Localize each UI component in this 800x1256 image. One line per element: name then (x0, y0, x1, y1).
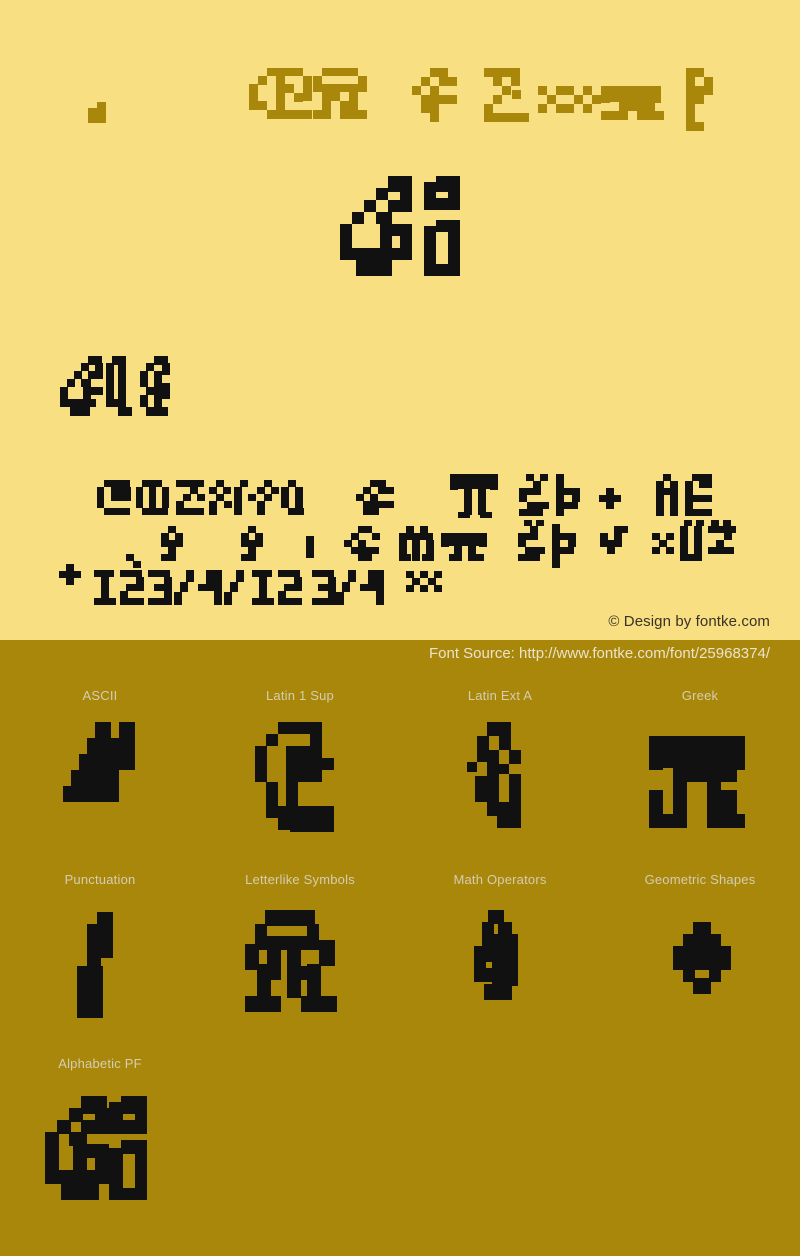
latinexta-glyph-art (467, 722, 521, 828)
block-cell-ascii[interactable]: ASCII (0, 680, 200, 864)
block-cell-geometric[interactable]: Geometric Shapes (600, 864, 800, 1048)
preview-subtitle-glyph (56, 352, 206, 421)
subtitle-glyph-art (60, 356, 170, 416)
ascii-glyph-art (63, 722, 135, 802)
block-cell-latinexta[interactable]: Latin Ext A (400, 680, 600, 864)
preview-hero-glyph (0, 168, 800, 288)
latin1sup-glyph-art (255, 722, 334, 832)
block-glyph-latinexta (400, 714, 600, 844)
alphabeticpf-glyph-art (45, 1096, 147, 1200)
punctuation-glyph-art (77, 912, 113, 1018)
block-glyph-ascii (0, 714, 200, 844)
block-label-latinexta: Latin Ext A (467, 688, 533, 703)
block-cell-alphabeticpf[interactable]: Alphabetic PF (0, 1048, 200, 1232)
block-glyph-geometric (600, 898, 800, 1028)
block-cell-mathops[interactable]: Math Operators (400, 864, 600, 1048)
block-glyph-greek (600, 714, 800, 844)
block-label-mathops: Math Operators (453, 872, 547, 887)
mathops-glyph-art (474, 910, 518, 1000)
unicode-block-sampler-panel: Font Source: http://www.fontke.com/font/… (0, 640, 800, 1256)
preview-title-glyph-row (0, 46, 800, 136)
block-label-alphabeticpf: Alphabetic PF (58, 1056, 142, 1071)
block-cell-greek[interactable]: Greek (600, 680, 800, 864)
block-cell-latin1sup[interactable]: Latin 1 Sup (200, 680, 400, 864)
block-cell-punctuation[interactable]: Punctuation (0, 864, 200, 1048)
block-label-punctuation: Punctuation (64, 872, 136, 887)
block-cell-letterlike[interactable]: Letterlike Symbols (200, 864, 400, 1048)
block-glyph-latin1sup (200, 714, 400, 844)
paragraph-glyph-art (59, 474, 736, 605)
block-glyph-punctuation (0, 898, 200, 1028)
letterlike-glyph-art (245, 910, 337, 1012)
block-label-greek: Greek (681, 688, 719, 703)
greek-glyph-art (649, 736, 745, 828)
block-glyph-alphabeticpf (0, 1082, 200, 1212)
geometric-glyph-art (673, 922, 731, 994)
preview-paragraph-glyphs (56, 466, 756, 621)
block-label-latin1sup: Latin 1 Sup (266, 688, 334, 703)
title-glyph-art (88, 68, 713, 131)
block-glyph-mathops (400, 898, 600, 1028)
hero-glyph-art (340, 176, 460, 276)
block-label-geometric: Geometric Shapes (644, 872, 756, 887)
block-label-letterlike: Letterlike Symbols (245, 872, 355, 887)
block-glyph-letterlike (200, 898, 400, 1028)
font-preview-panel: © Design by fontke.com (0, 0, 800, 640)
font-source-link[interactable]: Font Source: http://www.fontke.com/font/… (429, 645, 770, 662)
copyright-notice: © Design by fontke.com (608, 613, 770, 630)
unicode-block-grid: ASCII Latin 1 Sup Latin Ext A Greek Punc… (0, 680, 800, 1232)
block-label-ascii: ASCII (82, 688, 118, 703)
